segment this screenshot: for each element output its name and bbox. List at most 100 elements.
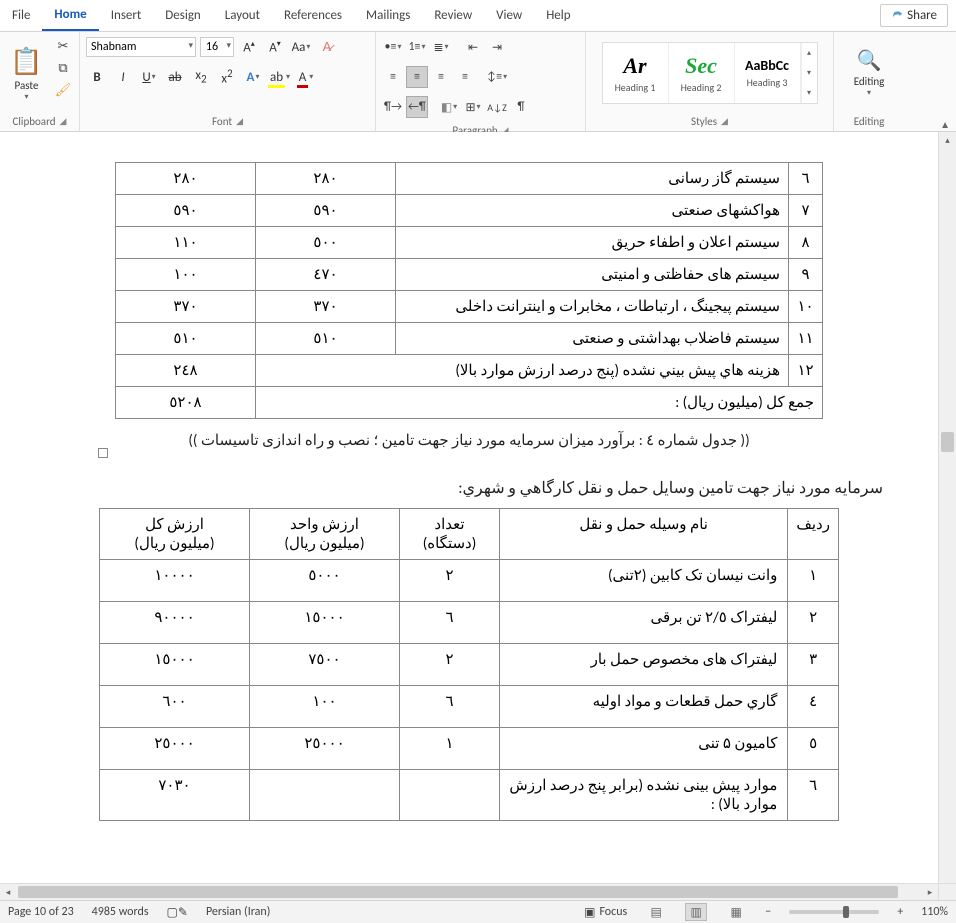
status-words[interactable]: 4985 words [92, 905, 149, 919]
zoom-knob[interactable] [843, 906, 849, 918]
superscript-button[interactable]: x2 [216, 66, 238, 88]
scroll-thumb[interactable] [941, 432, 954, 452]
styles-launcher[interactable]: ◢ [721, 116, 728, 127]
ltr-button[interactable]: ¶→ [382, 96, 404, 118]
increase-indent-button[interactable]: ⇥ [486, 36, 508, 58]
highlight-button[interactable]: ab [268, 66, 290, 88]
align-left-button[interactable]: ≡ [382, 66, 404, 88]
decrease-indent-button[interactable]: ⇤ [462, 36, 484, 58]
th-idx: ردیف [788, 509, 839, 560]
table-handle[interactable] [98, 448, 108, 458]
cut-button[interactable]: ✂ [53, 36, 73, 56]
tab-view[interactable]: View [484, 1, 534, 30]
line-spacing-button[interactable]: ↕≡ [486, 66, 508, 88]
read-mode-button[interactable]: ▤ [645, 903, 667, 921]
table-row: ٦سیستم گاز رسانی٢٨٠٢٨٠ [116, 163, 823, 195]
font-color-button[interactable]: A [294, 66, 316, 88]
bold-icon: B [93, 70, 100, 85]
document-area[interactable]: ٦سیستم گاز رسانی٢٨٠٢٨٠٧هواکشهای صنعتی٥٩٠… [0, 132, 938, 900]
clipboard-group-label: Clipboard [13, 115, 56, 128]
status-page[interactable]: Page 10 of 23 [8, 905, 74, 919]
italic-button[interactable]: I [112, 66, 134, 88]
subscript-button[interactable]: x2 [190, 66, 212, 88]
tab-references[interactable]: References [272, 1, 354, 30]
style-heading3[interactable]: AaBbCc Heading 3 [735, 43, 801, 103]
superscript-icon: x2 [221, 67, 232, 86]
group-editing: 🔍 Editing ▾ Editing [834, 32, 904, 131]
clear-formatting-button[interactable]: A̷ [316, 36, 338, 58]
style-preview: AaBbCc [745, 57, 789, 74]
scroll-left-button[interactable]: ◂ [0, 884, 16, 900]
vertical-scrollbar[interactable]: ▴ ▾ [938, 132, 956, 900]
zoom-slider[interactable] [789, 910, 879, 914]
gallery-scroller: ▴ ▾ ▾ [801, 43, 817, 103]
font-size-combo[interactable]: 16 [200, 37, 234, 57]
th-qty: تعداد(دستگاه) [400, 509, 500, 560]
paste-icon: 📋 [10, 45, 42, 77]
shading-button[interactable]: ◧ [438, 96, 460, 118]
tab-mailings[interactable]: Mailings [354, 1, 422, 30]
tab-file[interactable]: File [0, 1, 42, 30]
grow-font-button[interactable]: A▴ [238, 36, 260, 58]
tab-home[interactable]: Home [42, 0, 98, 31]
status-bar: Page 10 of 23 4985 words ▢✎ Persian (Ira… [0, 900, 956, 923]
justify-button[interactable]: ≡ [454, 66, 476, 88]
web-layout-button[interactable]: ▦ [725, 903, 747, 921]
shrink-font-button[interactable]: A▾ [264, 36, 286, 58]
justify-icon: ≡ [462, 70, 468, 84]
print-layout-button[interactable]: ▥ [685, 903, 707, 921]
focus-mode-label[interactable]: ▣Focus [584, 905, 627, 920]
multilevel-button[interactable]: ≣ [430, 36, 452, 58]
gallery-down[interactable]: ▾ [801, 63, 817, 83]
strikethrough-button[interactable]: ab [164, 66, 186, 88]
clipboard-launcher[interactable]: ◢ [60, 116, 67, 127]
align-right-button[interactable]: ≡ [430, 66, 452, 88]
style-heading2[interactable]: Sec Heading 2 [669, 43, 735, 103]
menu-bar: File Home Insert Design Layout Reference… [0, 0, 956, 32]
scroll-right-button[interactable]: ▸ [922, 884, 938, 900]
line-spacing-icon: ↕≡ [487, 70, 502, 84]
format-painter-button[interactable]: 🖌 [53, 80, 73, 100]
zoom-out-button[interactable]: − [765, 905, 771, 919]
table-transport: ردیف نام وسیله حمل و نقل تعداد(دستگاه) ا… [99, 508, 839, 821]
style-heading1[interactable]: Ar Heading 1 [603, 43, 669, 103]
underline-button[interactable]: U [138, 66, 160, 88]
borders-button[interactable]: ⊞ [462, 96, 484, 118]
collapse-ribbon-button[interactable]: ▲ [940, 118, 950, 131]
editing-button[interactable]: 🔍 Editing ▾ [844, 34, 894, 112]
rtl-button[interactable]: ←¶ [406, 96, 428, 118]
tab-review[interactable]: Review [422, 1, 484, 30]
bold-button[interactable]: B [86, 66, 108, 88]
page: ٦سیستم گاز رسانی٢٨٠٢٨٠٧هواکشهای صنعتی٥٩٠… [9, 132, 929, 821]
align-center-button[interactable]: ≡ [406, 66, 428, 88]
change-case-button[interactable]: Aa [290, 36, 312, 58]
font-name-combo[interactable]: Shabnam [86, 37, 196, 57]
share-button[interactable]: Share [880, 4, 948, 27]
bullets-button[interactable]: •≡ [382, 36, 404, 58]
tab-design[interactable]: Design [153, 1, 212, 30]
tab-insert[interactable]: Insert [99, 1, 154, 30]
tab-help[interactable]: Help [534, 1, 582, 30]
show-marks-button[interactable]: ¶ [510, 96, 532, 118]
pilcrow-icon: ¶ [517, 100, 524, 114]
copy-button[interactable]: ⧉ [53, 58, 73, 78]
gallery-up[interactable]: ▴ [801, 43, 817, 63]
highlight-icon: ab [268, 70, 285, 85]
hscroll-thumb[interactable] [18, 886, 898, 898]
font-launcher[interactable]: ◢ [236, 116, 243, 127]
numbering-button[interactable]: 1≡ [406, 36, 428, 58]
gallery-more[interactable]: ▾ [801, 83, 817, 103]
horizontal-scrollbar[interactable]: ◂ ▸ [0, 883, 938, 900]
style-preview: Sec [685, 53, 717, 79]
tab-layout[interactable]: Layout [213, 1, 272, 30]
sort-button[interactable]: A↓Z [486, 96, 508, 118]
proofing-icon[interactable]: ▢✎ [167, 905, 188, 920]
scissors-icon: ✂ [58, 39, 69, 54]
zoom-level[interactable]: 110% [921, 905, 948, 919]
zoom-in-button[interactable]: + [897, 905, 903, 919]
scroll-up-button[interactable]: ▴ [939, 132, 956, 148]
table-row: ٢لیفتراک ٢/٥ تن برقی٦١٥٠٠٠٩٠٠٠٠ [100, 602, 839, 644]
text-effects-button[interactable]: A [242, 66, 264, 88]
status-language[interactable]: Persian (Iran) [206, 905, 270, 919]
paste-button[interactable]: 📋 Paste ▾ [4, 34, 49, 112]
